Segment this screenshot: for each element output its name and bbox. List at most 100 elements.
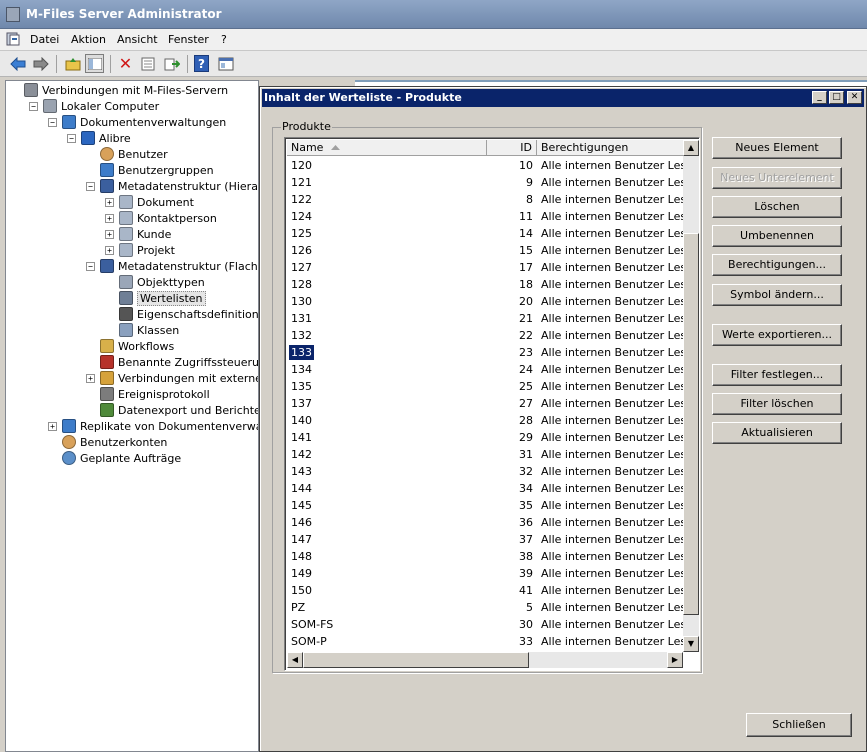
tree-item[interactable]: Wertelisten <box>105 290 206 306</box>
tree-item[interactable]: − Metadatenstruktur (Hierarchisch <box>86 178 258 194</box>
tree-item[interactable]: Geplante Aufträge <box>48 450 181 466</box>
expand-icon[interactable]: + <box>105 229 114 239</box>
tree-item[interactable]: Benannte Zugriffssteuerungslist <box>86 354 258 370</box>
tree-item[interactable]: − Alibre <box>67 130 131 146</box>
back-arrow-icon[interactable] <box>8 54 27 73</box>
list-row[interactable]: 144 34 Alle internen Benutzer Lesen g <box>287 480 689 497</box>
list-row[interactable]: 142 31 Alle internen Benutzer Lesen g <box>287 446 689 463</box>
export-values-button[interactable]: Werte exportieren... <box>712 324 842 346</box>
vertical-scrollbar[interactable]: ▲ ▼ <box>683 140 699 652</box>
list-row[interactable]: 120 10 Alle internen Benutzer Lesen g <box>287 157 689 174</box>
list-row[interactable]: 121 9 Alle internen Benutzer Lesen g <box>287 174 689 191</box>
column-header-permissions[interactable]: Berechtigungen <box>537 140 683 156</box>
expand-icon[interactable]: + <box>48 421 57 431</box>
column-header-id[interactable]: ID <box>487 140 537 156</box>
list-row[interactable]: 122 8 Alle internen Benutzer Lesen g <box>287 191 689 208</box>
list-row[interactable]: 140 28 Alle internen Benutzer Lesen g <box>287 412 689 429</box>
list-row[interactable]: 127 17 Alle internen Benutzer Lesen g <box>287 259 689 276</box>
column-header-name[interactable]: Name <box>287 140 487 156</box>
permissions-button[interactable]: Berechtigungen... <box>712 254 842 276</box>
tree-item[interactable]: + Replikate von Dokumentenverwaltungen <box>48 418 258 434</box>
tree-item[interactable]: + Projekt <box>105 242 175 258</box>
horizontal-scrollbar[interactable]: ◀ ▶ <box>287 652 683 668</box>
menu-help[interactable]: ? <box>216 32 232 47</box>
vertical-scroll-thumb[interactable] <box>683 233 699 615</box>
close-button[interactable]: Schließen <box>746 713 852 737</box>
list-row[interactable]: 125 14 Alle internen Benutzer Lesen g <box>287 225 689 242</box>
collapse-icon[interactable]: − <box>67 133 76 143</box>
list-row[interactable]: 143 32 Alle internen Benutzer Lesen g <box>287 463 689 480</box>
list-row[interactable]: 132 22 Alle internen Benutzer Lesen g <box>287 327 689 344</box>
clear-filter-button[interactable]: Filter löschen <box>712 393 842 415</box>
new-subitem-button[interactable]: Neues Unterelement <box>712 167 842 189</box>
tree-item[interactable]: + Kontaktperson <box>105 210 217 226</box>
forward-arrow-icon[interactable] <box>31 54 50 73</box>
list-row[interactable]: 133 23 Alle internen Benutzer Lesen g <box>287 344 689 361</box>
collapse-icon[interactable]: − <box>86 181 95 191</box>
minimize-icon[interactable]: _ <box>812 91 827 104</box>
tree-item[interactable]: Benutzerkonten <box>48 434 167 450</box>
tree-item[interactable]: Datenexport und Berichterstellu <box>86 402 258 418</box>
list-row[interactable]: 145 35 Alle internen Benutzer Lesen g <box>287 497 689 514</box>
list-row[interactable]: SOM-FS 30 Alle internen Benutzer Lesen g <box>287 616 689 633</box>
tree-item[interactable]: − Metadatenstruktur (Flache Ansi <box>86 258 258 274</box>
tree-item[interactable]: + Verbindungen mit externen Que <box>86 370 258 386</box>
list-row[interactable]: PZ 5 Alle internen Benutzer Lesen g <box>287 599 689 616</box>
close-icon[interactable]: ✕ <box>847 91 862 104</box>
collapse-icon[interactable]: − <box>86 261 95 271</box>
maximize-icon[interactable]: □ <box>829 91 844 104</box>
scroll-down-icon[interactable]: ▼ <box>683 636 699 652</box>
tree-item[interactable]: − Dokumentenverwaltungen <box>48 114 226 130</box>
menu-app-icon[interactable] <box>5 31 27 50</box>
list-row[interactable]: 135 25 Alle internen Benutzer Lesen g <box>287 378 689 395</box>
value-list[interactable]: Name ID Berechtigungen 120 10 Alle interne… <box>284 137 700 671</box>
list-row[interactable]: 141 29 Alle internen Benutzer Lesen g <box>287 429 689 446</box>
export-icon[interactable] <box>162 54 181 73</box>
tree-item[interactable]: Benutzergruppen <box>86 162 214 178</box>
refresh-button[interactable]: Aktualisieren <box>712 422 842 444</box>
tree-item[interactable]: Benutzer <box>86 146 168 162</box>
expand-icon[interactable]: + <box>105 197 114 207</box>
menu-datei[interactable]: Datei <box>25 32 64 47</box>
horizontal-scroll-thumb[interactable] <box>303 652 529 668</box>
tree-item[interactable]: + Kunde <box>105 226 171 242</box>
rename-button[interactable]: Umbenennen <box>712 225 842 247</box>
tree-item[interactable]: Workflows <box>86 338 174 354</box>
tree-item[interactable]: + Dokument <box>105 194 194 210</box>
up-folder-icon[interactable] <box>63 54 82 73</box>
scroll-right-icon[interactable]: ▶ <box>667 652 683 668</box>
list-row[interactable]: 124 11 Alle internen Benutzer Lesen g <box>287 208 689 225</box>
collapse-icon[interactable]: − <box>29 101 38 111</box>
show-tree-icon[interactable] <box>85 54 104 73</box>
list-row[interactable]: 126 15 Alle internen Benutzer Lesen g <box>287 242 689 259</box>
tree-item[interactable]: Objekttypen <box>105 274 205 290</box>
menu-ansicht[interactable]: Ansicht <box>112 32 163 47</box>
list-row[interactable]: 147 37 Alle internen Benutzer Lesen g <box>287 531 689 548</box>
list-row[interactable]: SOM-P 33 Alle internen Benutzer Lesen g <box>287 633 689 650</box>
set-filter-button[interactable]: Filter festlegen... <box>712 364 842 386</box>
help-icon[interactable]: ? <box>194 55 209 72</box>
console-icon[interactable] <box>216 54 235 73</box>
list-row[interactable]: 131 21 Alle internen Benutzer Lesen g <box>287 310 689 327</box>
menu-fenster[interactable]: Fenster <box>163 32 214 47</box>
delete-button[interactable]: Löschen <box>712 196 842 218</box>
list-row[interactable]: 150 41 Alle internen Benutzer Lesen g <box>287 582 689 599</box>
scroll-up-icon[interactable]: ▲ <box>683 140 699 156</box>
expand-icon[interactable]: + <box>105 213 114 223</box>
change-icon-button[interactable]: Symbol ändern... <box>712 284 842 306</box>
new-item-button[interactable]: Neues Element <box>712 137 842 159</box>
list-row[interactable]: 137 27 Alle internen Benutzer Lesen g <box>287 395 689 412</box>
tree-item[interactable]: Eigenschaftsdefinitionen <box>105 306 258 322</box>
properties-icon[interactable] <box>138 54 157 73</box>
tree-item[interactable]: Ereignisprotokoll <box>86 386 210 402</box>
list-row[interactable]: 146 36 Alle internen Benutzer Lesen g <box>287 514 689 531</box>
tree-item[interactable]: Verbindungen mit M-Files-Servern <box>10 82 228 98</box>
list-row[interactable]: 149 39 Alle internen Benutzer Lesen g <box>287 565 689 582</box>
expand-icon[interactable]: + <box>105 245 114 255</box>
scroll-left-icon[interactable]: ◀ <box>287 652 303 668</box>
expand-icon[interactable]: + <box>86 373 95 383</box>
list-row[interactable]: 148 38 Alle internen Benutzer Lesen g <box>287 548 689 565</box>
list-row[interactable]: 130 20 Alle internen Benutzer Lesen g <box>287 293 689 310</box>
list-row[interactable]: 134 24 Alle internen Benutzer Lesen g <box>287 361 689 378</box>
list-row[interactable]: 128 18 Alle internen Benutzer Lesen g <box>287 276 689 293</box>
